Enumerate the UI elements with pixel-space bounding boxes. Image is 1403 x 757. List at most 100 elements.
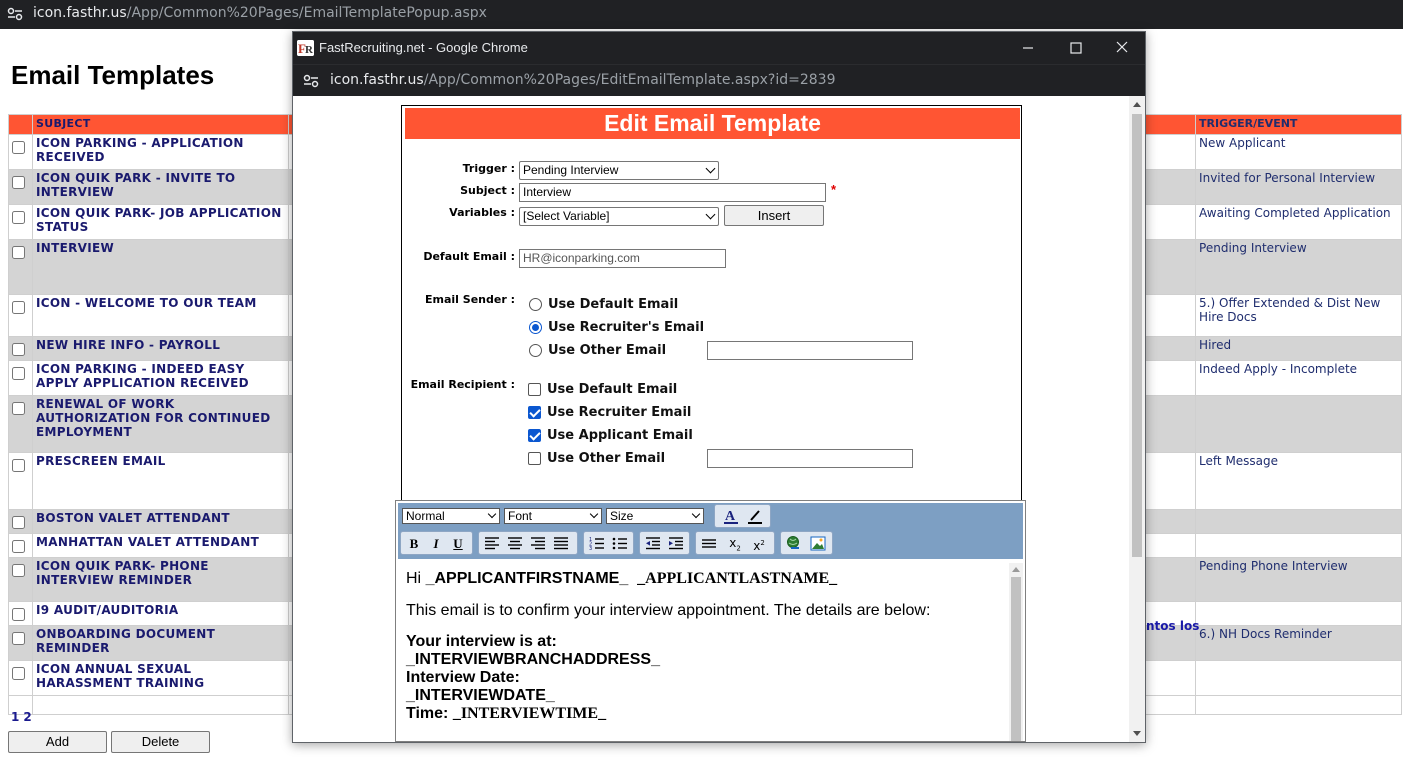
page-url[interactable]: icon.fasthr.us/App/Common%20Pages/EmailT… — [33, 5, 487, 21]
subject-cell[interactable]: ICON QUIK PARK- PHONE INTERVIEW REMINDER — [31, 557, 289, 602]
editor-scroll-thumb[interactable] — [1011, 577, 1021, 741]
recipient-checkbox-2[interactable] — [528, 406, 541, 419]
text-color-icon[interactable]: A — [721, 508, 741, 525]
close-icon[interactable] — [1113, 40, 1131, 56]
numbered-list-icon[interactable]: 123 — [587, 535, 607, 552]
recipient-option-label[interactable]: Use Recruiter Email — [547, 405, 691, 420]
row-checkbox[interactable] — [12, 632, 25, 645]
subject-cell[interactable]: ONBOARDING DOCUMENT REMINDER — [31, 625, 289, 661]
row-checkbox[interactable] — [12, 343, 25, 356]
superscript-button[interactable]: x2 — [749, 535, 769, 553]
font-select[interactable]: Font — [504, 508, 602, 524]
add-button[interactable]: Add — [8, 731, 107, 753]
subject-cell[interactable]: ICON ANNUAL SEXUAL HARASSMENT TRAINING — [31, 660, 289, 696]
site-settings-icon[interactable] — [7, 7, 23, 21]
recipient-option-label[interactable]: Use Applicant Email — [547, 428, 693, 443]
row-checkbox[interactable] — [12, 141, 25, 154]
underline-button[interactable]: U — [448, 535, 468, 552]
subject-cell[interactable]: ICON PARKING - INDEED EASY APPLY APPLICA… — [31, 360, 289, 396]
page-link-1[interactable]: 1 — [11, 710, 19, 724]
rich-text-editor: Normal Font Size A B I U 1 2 3 x2 x2 Hi … — [395, 500, 1026, 742]
recipient-option-label[interactable]: Use Other Email — [547, 451, 665, 466]
row-checkbox[interactable] — [12, 459, 25, 472]
sender-radio-3[interactable] — [529, 344, 542, 357]
italic-button[interactable]: I — [426, 535, 446, 552]
popup-scrollbar[interactable] — [1129, 96, 1145, 742]
trigger-cell: Hired — [1195, 336, 1402, 361]
sender-other-email-input[interactable] — [707, 341, 913, 360]
subject-cell[interactable]: MANHATTAN VALET ATTENDANT — [31, 533, 289, 558]
editor-scrollbar[interactable] — [1009, 563, 1023, 741]
outdent-icon[interactable] — [643, 535, 663, 552]
popup-scroll-thumb[interactable] — [1132, 114, 1142, 557]
align-center-icon[interactable] — [505, 535, 525, 552]
page-link-2[interactable]: 2 — [23, 710, 31, 724]
subject-cell[interactable]: ICON QUIK PARK- JOB APPLICATION STATUS — [31, 204, 289, 240]
popup-url[interactable]: icon.fasthr.us/App/Common%20Pages/EditEm… — [330, 72, 836, 88]
subscript-button[interactable]: x2 — [725, 535, 745, 552]
recipient-other-email-input[interactable] — [707, 449, 913, 468]
row-checkbox[interactable] — [12, 667, 25, 680]
row-checkbox[interactable] — [12, 608, 25, 621]
scroll-up-arrow-icon[interactable] — [1012, 567, 1020, 572]
minimize-icon[interactable] — [1019, 40, 1037, 56]
subject-column-header[interactable]: SUBJECT — [31, 114, 289, 135]
email-body-editor[interactable]: Hi _APPLICANTFIRSTNAME_ _APPLICANTLASTNA… — [399, 563, 1002, 741]
align-justify-icon[interactable] — [551, 535, 571, 552]
sender-radio-2[interactable] — [529, 321, 542, 334]
sender-option-label[interactable]: Use Default Email — [548, 297, 678, 312]
default-email-input[interactable]: HR@iconparking.com — [519, 249, 726, 268]
insert-image-icon[interactable] — [808, 535, 828, 552]
bold-button[interactable]: B — [404, 535, 424, 552]
row-checkbox[interactable] — [12, 301, 25, 314]
site-settings-icon[interactable] — [303, 74, 319, 88]
highlight-color-icon[interactable] — [745, 508, 765, 525]
subject-input[interactable]: Interview — [519, 183, 826, 202]
delete-button[interactable]: Delete — [111, 731, 210, 753]
subject-cell[interactable]: RENEWAL OF WORK AUTHORIZATION FOR CONTIN… — [31, 395, 289, 453]
row-checkbox[interactable] — [12, 402, 25, 415]
trigger-select[interactable]: Pending Interview — [519, 161, 719, 180]
subject-cell[interactable]: NEW HIRE INFO - PAYROLL — [31, 336, 289, 361]
row-checkbox[interactable] — [12, 176, 25, 189]
trigger-column-header[interactable]: TRIGGER/EVENT — [1195, 114, 1402, 135]
row-checkbox[interactable] — [12, 564, 25, 577]
subject-cell[interactable]: ICON PARKING - APPLICATION RECEIVED — [31, 134, 289, 170]
subject-cell[interactable]: BOSTON VALET ATTENDANT — [31, 509, 289, 534]
sender-radio-1[interactable] — [529, 298, 542, 311]
subject-cell[interactable]: ICON QUIK PARK - INVITE TO INTERVIEW — [31, 169, 289, 205]
row-checkbox[interactable] — [12, 367, 25, 380]
subject-cell[interactable]: ICON - WELCOME TO OUR TEAM — [31, 294, 289, 337]
recipient-checkbox-1[interactable] — [528, 383, 541, 396]
recipient-checkbox-4[interactable] — [528, 452, 541, 465]
size-select[interactable]: Size — [606, 508, 704, 524]
sender-option-label[interactable]: Use Recruiter's Email — [548, 320, 704, 335]
sender-option-label[interactable]: Use Other Email — [548, 343, 666, 358]
indent-icon[interactable] — [666, 535, 686, 552]
variables-select[interactable]: [Select Variable] — [519, 207, 719, 226]
truncated-cell-text[interactable]: ntos los — [1146, 619, 1199, 633]
row-checkbox[interactable] — [12, 211, 25, 224]
maximize-icon[interactable] — [1067, 40, 1085, 56]
subject-cell[interactable]: I9 AUDIT/AUDITORIA — [31, 601, 289, 626]
popup-titlebar[interactable]: F R FastRecruiting.net - Google Chrome — [293, 32, 1145, 64]
subject-cell[interactable]: INTERVIEW — [31, 239, 289, 295]
recipient-option-label[interactable]: Use Default Email — [547, 382, 677, 397]
row-select-cell — [8, 360, 33, 396]
recipient-checkbox-3[interactable] — [528, 429, 541, 442]
scroll-up-arrow-icon[interactable] — [1133, 102, 1141, 107]
bulleted-list-icon[interactable] — [610, 535, 630, 552]
align-left-icon[interactable] — [482, 535, 502, 552]
scroll-down-arrow-icon[interactable] — [1133, 731, 1141, 736]
indent-group — [639, 531, 690, 555]
subject-cell[interactable]: PRESCREEN EMAIL — [31, 452, 289, 510]
insert-link-icon[interactable] — [784, 535, 804, 552]
row-select-cell — [8, 625, 33, 661]
horizontal-rule-icon[interactable] — [699, 535, 719, 552]
align-right-icon[interactable] — [528, 535, 548, 552]
row-checkbox[interactable] — [12, 540, 25, 553]
insert-variable-button[interactable]: Insert — [724, 205, 824, 226]
format-select[interactable]: Normal — [402, 508, 500, 524]
row-checkbox[interactable] — [12, 516, 25, 529]
row-checkbox[interactable] — [12, 246, 25, 259]
